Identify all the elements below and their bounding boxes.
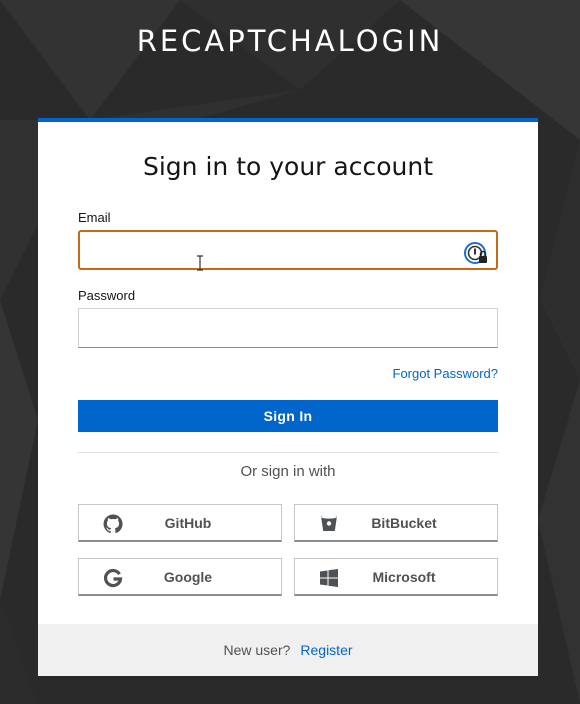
github-label: GitHub (164, 515, 212, 531)
realm-title: RECAPTCHALOGIN (136, 24, 444, 58)
divider (78, 452, 498, 453)
forgot-password-link[interactable]: Forgot Password? (393, 366, 499, 381)
bitbucket-button[interactable]: BitBucket (294, 504, 498, 542)
bitbucket-label: BitBucket (371, 515, 437, 531)
password-label: Password (78, 288, 136, 303)
microsoft-button[interactable]: Microsoft (294, 558, 498, 596)
footer: New user? Register (38, 624, 538, 676)
github-button[interactable]: GitHub (78, 504, 282, 542)
or-sign-in-with-text: Or sign in with (240, 463, 336, 480)
google-button[interactable]: Google (78, 558, 282, 596)
sign-in-button[interactable]: Sign In (78, 400, 498, 432)
text-cursor-icon (197, 255, 203, 271)
google-label: Google (163, 569, 213, 585)
bitbucket-icon (321, 515, 337, 531)
page-title: Sign in to your account (142, 152, 433, 181)
password-manager-icon[interactable] (464, 242, 488, 266)
login-card: Sign in to your account Email Password F… (38, 118, 538, 676)
google-icon (103, 569, 123, 588)
microsoft-label: Microsoft (372, 569, 436, 585)
email-label: Email (78, 210, 111, 225)
email-field[interactable] (78, 230, 498, 270)
new-user-text: New user? (223, 642, 291, 658)
microsoft-icon (320, 569, 338, 587)
github-icon (103, 514, 123, 534)
password-field[interactable] (78, 308, 498, 348)
register-link[interactable]: Register (300, 642, 352, 658)
